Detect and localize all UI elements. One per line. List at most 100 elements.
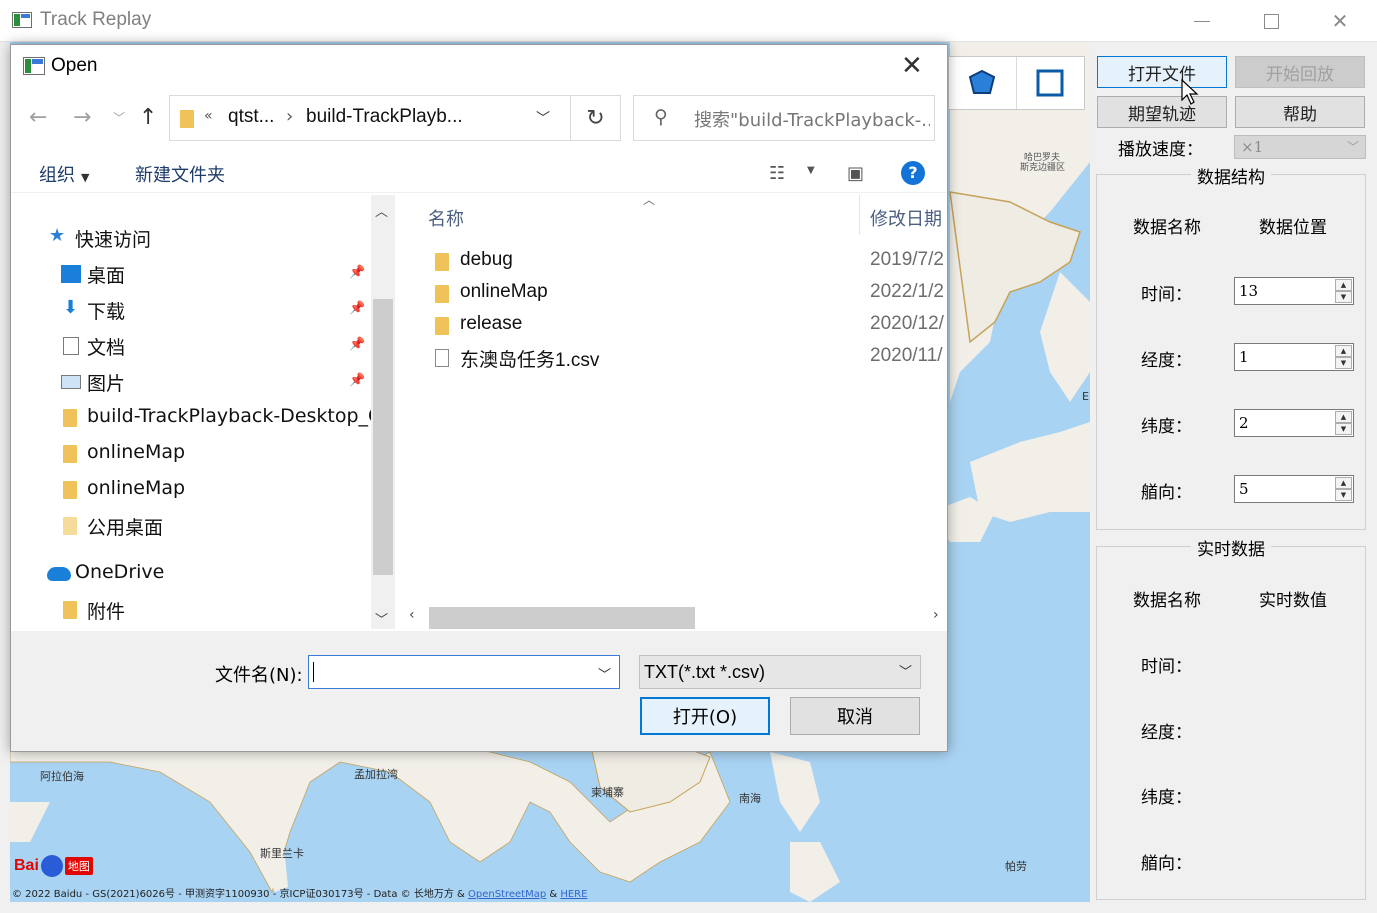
realtime-label-latitude: 纬度： xyxy=(1141,788,1192,808)
scroll-left-icon[interactable]: ‹ xyxy=(409,607,415,623)
nav-item-desktop[interactable]: 桌面 📌 xyxy=(11,257,371,291)
dialog-close-icon[interactable]: ✕ xyxy=(901,51,923,81)
map-label-e: E xyxy=(1082,390,1089,403)
scroll-right-icon[interactable]: › xyxy=(933,607,939,623)
organize-button[interactable]: 组织 ▼ xyxy=(39,161,89,187)
forward-arrow-icon[interactable]: → xyxy=(73,105,91,130)
filename-label: 文件名(N): xyxy=(215,665,303,686)
up-arrow-icon[interactable]: ↑ xyxy=(139,105,157,130)
file-list-hscrollbar[interactable]: ‹ › xyxy=(403,605,948,629)
nav-pane-scrollbar[interactable]: ︿ ﹀ xyxy=(371,195,395,629)
spin-down-icon[interactable]: ▼ xyxy=(1335,357,1352,369)
map-label-arabian-sea: 阿拉伯海 xyxy=(40,770,84,783)
column-header-name[interactable]: 名称 xyxy=(428,205,464,231)
nav-item-quick-access[interactable]: ★ 快速访问 xyxy=(11,221,371,255)
spin-up-icon[interactable]: ▲ xyxy=(1335,477,1352,489)
expected-track-button[interactable]: 期望轨迹 xyxy=(1097,96,1227,128)
spin-up-icon[interactable]: ▲ xyxy=(1335,345,1352,357)
scroll-up-icon[interactable]: ︿ xyxy=(375,201,388,220)
nav-item-public-desktop[interactable]: 公用桌面 xyxy=(11,509,371,543)
preview-pane-icon[interactable]: ▣ xyxy=(847,163,864,184)
new-folder-button[interactable]: 新建文件夹 xyxy=(135,161,225,187)
nav-item-onedrive[interactable]: OneDrive xyxy=(11,557,371,591)
spin-arrows[interactable]: ▲ ▼ xyxy=(1335,411,1352,435)
view-dropdown-icon[interactable]: ▼ xyxy=(807,165,815,176)
address-bar[interactable]: « qtst... › build-TrackPlayb... ﹀ ↻ xyxy=(169,95,621,141)
latitude-position-spinbox[interactable]: 2 ▲ ▼ xyxy=(1234,409,1354,437)
file-row[interactable]: debug 2019/7/2 xyxy=(403,245,948,277)
text-cursor xyxy=(313,662,314,682)
column-divider[interactable] xyxy=(859,195,860,235)
pictures-icon xyxy=(61,375,81,389)
search-box[interactable]: ⚲ 搜索"build-TrackPlayback-... xyxy=(633,95,935,141)
file-row[interactable]: 东澳岛任务1.csv 2020/11/ xyxy=(403,341,948,373)
spin-up-icon[interactable]: ▲ xyxy=(1335,411,1352,423)
open-file-button[interactable]: 打开文件 xyxy=(1097,56,1227,88)
polygon-tool-button[interactable] xyxy=(949,57,1017,109)
heading-position-spinbox[interactable]: 5 ▲ ▼ xyxy=(1234,475,1354,503)
column-header-modified[interactable]: 修改日期 xyxy=(870,205,942,231)
filename-input[interactable]: ﹀ xyxy=(308,655,620,689)
spin-arrows[interactable]: ▲ ▼ xyxy=(1335,279,1352,303)
spin-arrows[interactable]: ▲ ▼ xyxy=(1335,345,1352,369)
refresh-icon: ↻ xyxy=(586,105,605,131)
nav-item-pictures[interactable]: 图片 📌 xyxy=(11,365,371,399)
folder-icon xyxy=(435,317,449,335)
scroll-thumb[interactable] xyxy=(373,299,393,575)
help-icon[interactable]: ? xyxy=(901,161,925,185)
back-arrow-icon[interactable]: ← xyxy=(29,105,47,130)
filename-dropdown-icon[interactable]: ﹀ xyxy=(598,664,611,683)
spin-arrows[interactable]: ▲ ▼ xyxy=(1335,477,1352,501)
time-position-spinbox[interactable]: 13 ▲ ▼ xyxy=(1234,277,1354,305)
recent-locations-chevron-icon[interactable]: ﹀ xyxy=(113,109,125,126)
nav-item-build-folder[interactable]: build-TrackPlayback-Desktop_Qt xyxy=(11,401,390,435)
scroll-down-icon[interactable]: ﹀ xyxy=(375,609,388,628)
refresh-button[interactable]: ↻ xyxy=(570,96,620,140)
rectangle-tool-button[interactable] xyxy=(1017,57,1085,109)
spin-down-icon[interactable]: ▼ xyxy=(1335,423,1352,435)
file-row[interactable]: onlineMap 2022/1/2 xyxy=(403,277,948,309)
pin-icon: 📌 xyxy=(349,301,366,316)
speed-select[interactable]: ×1 ﹀ xyxy=(1234,135,1366,159)
overflow-chevron[interactable]: « xyxy=(204,108,213,124)
osm-link[interactable]: OpenStreetMap xyxy=(468,889,546,900)
help-button[interactable]: 帮助 xyxy=(1235,96,1365,128)
view-options-icon[interactable]: ☷ xyxy=(769,163,785,184)
spin-down-icon[interactable]: ▼ xyxy=(1335,291,1352,303)
map-toolbar xyxy=(948,56,1085,110)
address-dropdown-icon[interactable]: ﹀ xyxy=(536,108,550,128)
maximize-button[interactable] xyxy=(1237,0,1305,42)
open-button[interactable]: 打开(O) xyxy=(640,697,770,735)
search-placeholder: 搜索"build-TrackPlayback-... xyxy=(694,110,930,131)
realtime-label-heading: 艏向： xyxy=(1141,854,1192,874)
folder-icon xyxy=(435,285,449,303)
nav-item-attachments[interactable]: 附件 xyxy=(11,593,371,627)
map-label-region2: 斯克边疆区 xyxy=(1020,163,1066,173)
longitude-position-spinbox[interactable]: 1 ▲ ▼ xyxy=(1234,343,1354,371)
polygon-icon xyxy=(969,69,996,94)
baidu-paw-icon xyxy=(40,855,63,877)
spin-down-icon[interactable]: ▼ xyxy=(1335,489,1352,501)
file-row[interactable]: release 2020/12/ xyxy=(403,309,948,341)
nav-item-downloads[interactable]: ⬇ 下载 📌 xyxy=(11,293,371,327)
breadcrumb-build[interactable]: build-TrackPlayb... xyxy=(306,106,463,128)
pin-icon: 📌 xyxy=(349,373,366,388)
breadcrumb-qtst[interactable]: qtst... xyxy=(228,106,274,128)
close-button[interactable]: ✕ xyxy=(1306,0,1374,42)
field-label-heading: 艏向： xyxy=(1141,483,1192,503)
nav-item-onlinemap-2[interactable]: onlineMap xyxy=(11,473,371,507)
navigation-pane: ★ 快速访问 桌面 📌 ⬇ 下载 📌 文档 📌 图片 📌 build-Track… xyxy=(11,195,390,629)
cancel-button[interactable]: 取消 xyxy=(790,697,920,735)
spin-up-icon[interactable]: ▲ xyxy=(1335,279,1352,291)
realtime-label-longitude: 经度： xyxy=(1141,723,1192,743)
command-bar: 组织 ▼ 新建文件夹 ☷ ▼ ▣ ? xyxy=(11,149,947,193)
nav-item-documents[interactable]: 文档 📌 xyxy=(11,329,371,363)
here-link[interactable]: HERE xyxy=(560,889,587,900)
minimize-button[interactable] xyxy=(1168,0,1236,42)
folder-icon xyxy=(63,481,77,499)
start-replay-button[interactable]: 开始回放 xyxy=(1235,56,1365,88)
nav-item-onlinemap-1[interactable]: onlineMap xyxy=(11,437,371,471)
hscroll-thumb[interactable] xyxy=(429,607,695,629)
file-type-filter[interactable]: TXT(*.txt *.csv) ﹀ xyxy=(639,655,921,689)
data-structure-col-name: 数据名称 xyxy=(1133,218,1201,238)
